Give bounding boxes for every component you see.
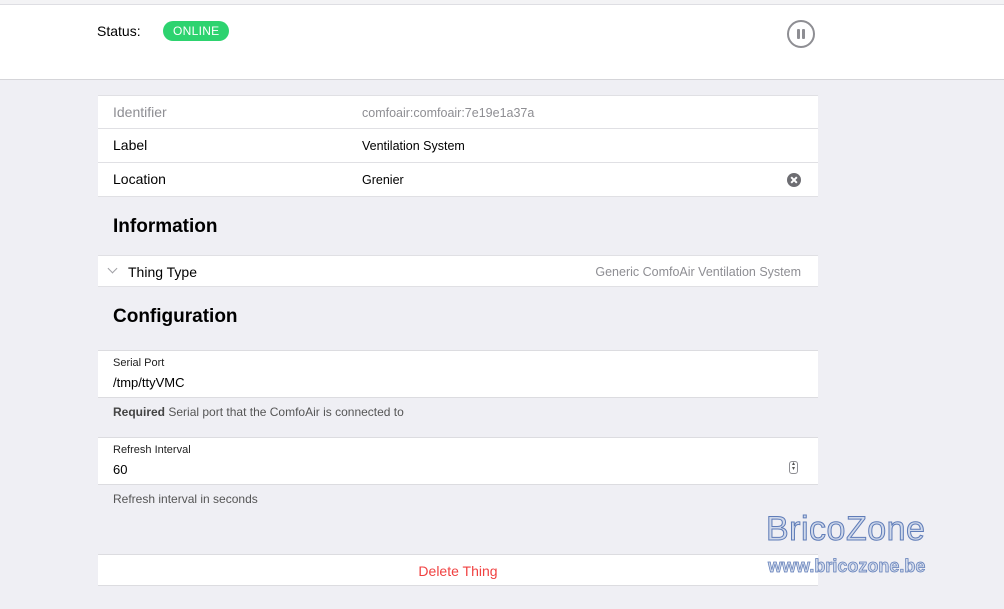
clear-icon[interactable] — [787, 173, 801, 187]
pause-icon[interactable] — [787, 20, 815, 48]
watermark-logo: BricoZone — [765, 510, 926, 549]
refresh-interval-input[interactable] — [113, 460, 783, 478]
status-header: Status: ONLINE — [0, 5, 1004, 80]
thing-type-value: Generic ComfoAir Ventilation System — [595, 265, 801, 279]
chevron-down-icon — [107, 263, 118, 274]
status-badge: ONLINE — [163, 21, 230, 41]
location-row[interactable]: Location Grenier — [98, 162, 818, 197]
location-value[interactable]: Grenier — [362, 173, 404, 187]
identifier-row: Identifier comfoair:comfoair:7e19e1a37a — [98, 95, 818, 128]
configuration-title: Configuration — [113, 306, 238, 327]
label-value[interactable]: Ventilation System — [362, 139, 465, 153]
pause-bar — [802, 29, 805, 39]
thing-type-row[interactable]: Thing Type Generic ComfoAir Ventilation … — [98, 255, 818, 287]
refresh-interval-field: Refresh Interval ▴▾ — [98, 437, 818, 485]
label-row[interactable]: Label Ventilation System — [98, 128, 818, 161]
serial-port-help-text: Serial port that the ComfoAir is connect… — [168, 405, 404, 419]
thing-type-label: Thing Type — [128, 264, 198, 280]
delete-thing-button[interactable]: Delete Thing — [98, 554, 818, 586]
properties-card: Identifier comfoair:comfoair:7e19e1a37a … — [98, 95, 818, 197]
serial-port-help: Required Serial port that the ComfoAir i… — [113, 405, 404, 419]
serial-port-label: Serial Port — [113, 357, 165, 369]
serial-port-field: Serial Port — [98, 350, 818, 398]
label-label: Label — [113, 137, 148, 153]
delete-thing-label: Delete Thing — [418, 563, 498, 579]
watermark-url: www.bricozone.be — [768, 556, 926, 577]
refresh-interval-label: Refresh Interval — [113, 444, 191, 456]
pause-bar — [797, 29, 800, 39]
identifier-label: Identifier — [113, 104, 167, 120]
stepper-arrows-icon[interactable]: ▴ ▾ — [789, 461, 798, 474]
required-tag: Required — [113, 405, 166, 419]
serial-port-input[interactable] — [113, 373, 783, 391]
status-label: Status: — [97, 23, 141, 39]
identifier-value: comfoair:comfoair:7e19e1a37a — [362, 106, 535, 120]
information-title: Information — [113, 216, 218, 237]
location-label: Location — [113, 171, 166, 187]
refresh-interval-help: Refresh interval in seconds — [113, 492, 258, 506]
